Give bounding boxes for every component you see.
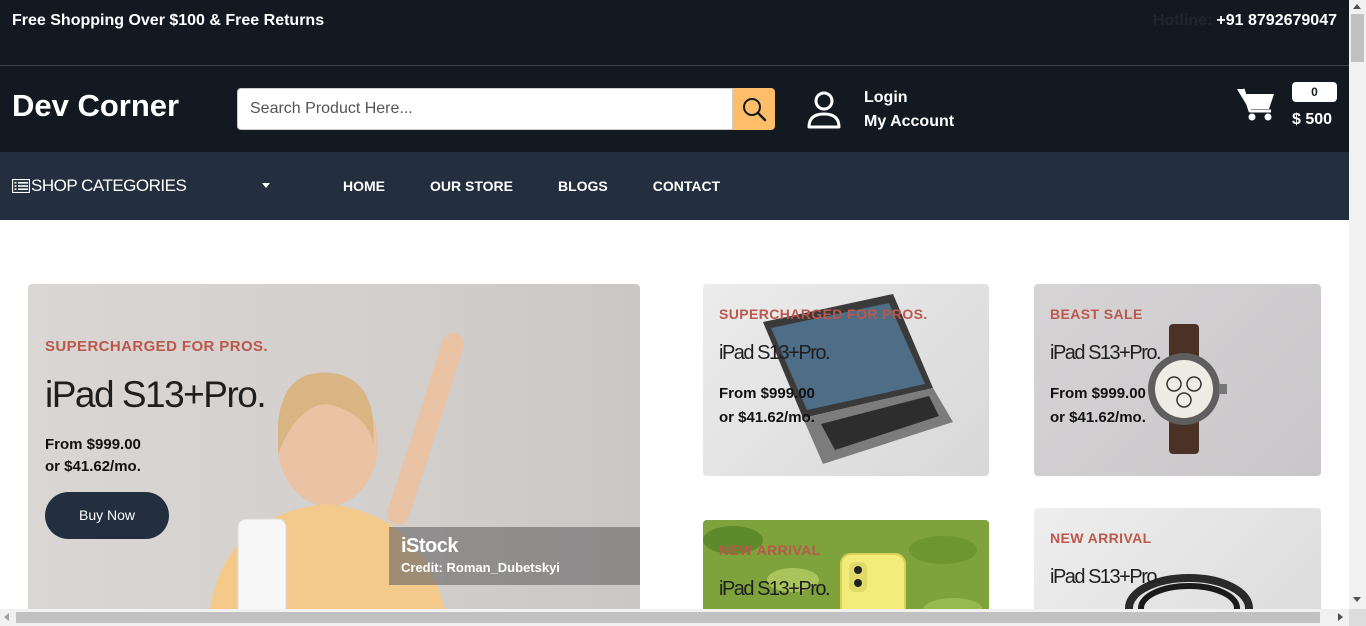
- main-header: Dev Corner Login My Account: [0, 66, 1349, 152]
- banner-price-monthly: or $41.62/mo.: [719, 409, 815, 426]
- banner-price-monthly: or $41.62/mo.: [1050, 409, 1146, 426]
- nav-contact[interactable]: CONTACT: [653, 178, 720, 194]
- banner-eyebrow: NEW ARRIVAL: [1050, 530, 1152, 546]
- banner-eyebrow: SUPERCHARGED FOR PROS.: [719, 306, 928, 322]
- nav-our-store[interactable]: OUR STORE: [430, 178, 513, 194]
- hero-price-line: From $999.00: [45, 436, 141, 453]
- scroll-down-icon[interactable]: [1353, 597, 1361, 602]
- stock-credit: Credit: Roman_Dubetskyi: [401, 560, 560, 575]
- search-icon: [743, 98, 767, 122]
- chevron-down-icon[interactable]: [262, 183, 270, 188]
- banner-eyebrow: BEAST SALE: [1050, 306, 1143, 322]
- search-bar: [237, 88, 775, 130]
- user-icon: [807, 91, 841, 129]
- promo-banner-phone[interactable]: NEW ARRIVAL iPad S13+Pro.: [703, 520, 989, 609]
- photo-credit-overlay: iStock Credit: Roman_Dubetskyi: [389, 527, 640, 585]
- banner-headline: iPad S13+Pro.: [1050, 342, 1162, 364]
- scroll-up-icon[interactable]: [1353, 4, 1361, 9]
- search-input[interactable]: [237, 88, 733, 130]
- hotline-number[interactable]: +91 8792679047: [1216, 12, 1337, 29]
- hero-headline: iPad S13+Pro.: [45, 374, 267, 415]
- horizontal-scrollbar[interactable]: [0, 609, 1349, 626]
- hotline: Hotline: +91 8792679047: [1153, 12, 1337, 30]
- scroll-right-icon[interactable]: [1338, 613, 1343, 621]
- buy-now-button[interactable]: Buy Now: [45, 492, 169, 539]
- shop-categories-button[interactable]: SHOP CATEGORIES: [12, 176, 187, 196]
- cart-icon: [1237, 88, 1274, 121]
- page-viewport: Free Shopping Over $100 & Free Returns H…: [0, 0, 1349, 609]
- hero-banner[interactable]: SUPERCHARGED FOR PROS. iPad S13+Pro. Fro…: [28, 284, 640, 609]
- nav-home[interactable]: HOME: [343, 178, 385, 194]
- search-button[interactable]: [733, 88, 775, 130]
- cart-total: $ 500: [1292, 111, 1333, 128]
- promo-banner-watch[interactable]: BEAST SALE iPad S13+Pro. From $999.00 or…: [1034, 284, 1321, 476]
- account-links: Login My Account: [864, 86, 954, 134]
- top-promo-strip: Free Shopping Over $100 & Free Returns H…: [0, 0, 1349, 66]
- shop-categories-label: SHOP CATEGORIES: [31, 176, 187, 195]
- cart-count-badge: 0: [1292, 82, 1337, 102]
- phone-image: [840, 553, 906, 609]
- stock-brand: iStock: [401, 535, 459, 557]
- site-logo[interactable]: Dev Corner: [12, 88, 179, 124]
- vertical-scrollbar[interactable]: [1349, 0, 1366, 609]
- list-icon: [12, 179, 30, 193]
- banner-headline: iPad S13+Pro.: [1050, 566, 1162, 588]
- cart-button[interactable]: 0 $ 500: [1236, 82, 1340, 138]
- hero-price: From $999.00 or $41.62/mo.: [45, 434, 141, 478]
- banner-price-line: From $999.00: [1050, 385, 1146, 402]
- my-account-link[interactable]: My Account: [864, 110, 954, 134]
- banner-price: From $999.00 or $41.62/mo.: [1050, 382, 1146, 430]
- hero-eyebrow: SUPERCHARGED FOR PROS.: [45, 338, 268, 355]
- scrollbar-corner: [1349, 609, 1366, 626]
- nav-blogs[interactable]: BLOGS: [558, 178, 608, 194]
- nav-links: HOME OUR STORE BLOGS CONTACT: [343, 178, 720, 194]
- login-link[interactable]: Login: [864, 86, 954, 110]
- banner-price-line: From $999.00: [719, 385, 815, 402]
- horizontal-scroll-thumb[interactable]: [16, 612, 1320, 623]
- banner-price: From $999.00 or $41.62/mo.: [719, 382, 815, 430]
- promo-banner-laptop[interactable]: SUPERCHARGED FOR PROS. iPad S13+Pro. Fro…: [703, 284, 989, 476]
- vertical-scroll-thumb[interactable]: [1351, 14, 1364, 62]
- banner-headline: iPad S13+Pro.: [719, 578, 831, 600]
- promo-text: Free Shopping Over $100 & Free Returns: [12, 12, 325, 29]
- promo-banner-cable[interactable]: NEW ARRIVAL iPad S13+Pro.: [1034, 508, 1321, 609]
- hero-price-monthly: or $41.62/mo.: [45, 458, 141, 475]
- banner-eyebrow: NEW ARRIVAL: [719, 542, 821, 558]
- hotline-label: Hotline:: [1152, 12, 1213, 29]
- banner-headline: iPad S13+Pro.: [719, 342, 831, 364]
- account-block[interactable]: Login My Account: [806, 86, 954, 134]
- scroll-left-icon[interactable]: [4, 613, 9, 621]
- main-nav: SHOP CATEGORIES HOME OUR STORE BLOGS CON…: [0, 152, 1349, 220]
